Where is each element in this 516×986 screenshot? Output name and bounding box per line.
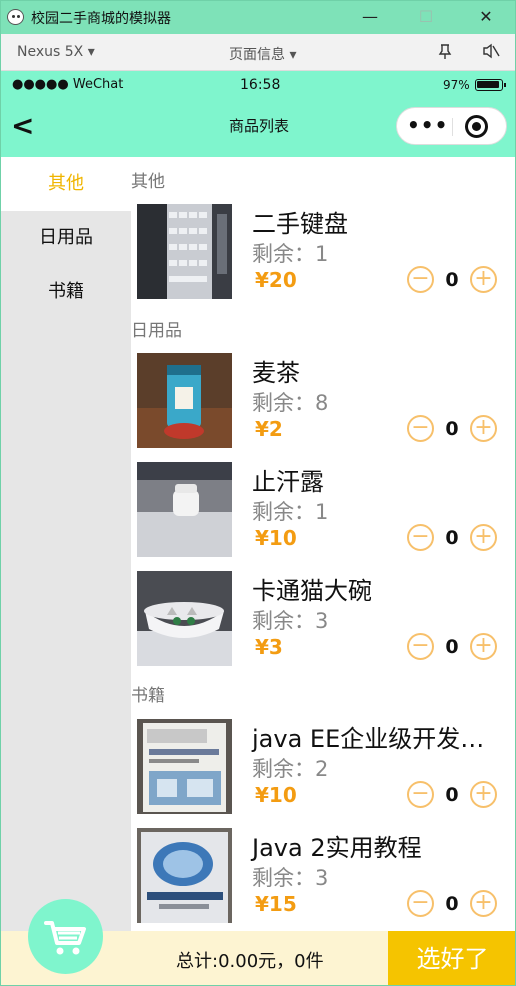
product-price: ¥10 (255, 783, 297, 807)
category-sidebar: 其他 日用品 书籍 (1, 157, 131, 931)
stock-value: 3 (315, 866, 329, 890)
decrease-quantity-button[interactable]: − (407, 415, 434, 442)
close-window-button[interactable]: ✕ (463, 1, 509, 34)
product-name: 麦茶 (252, 359, 300, 387)
increase-quantity-button[interactable]: + (470, 633, 497, 660)
decrease-quantity-button[interactable]: − (407, 633, 434, 660)
increase-quantity-button[interactable]: + (470, 415, 497, 442)
stock-value: 1 (315, 242, 329, 266)
capsule-divider (452, 118, 453, 136)
increase-quantity-button[interactable]: + (470, 781, 497, 808)
product-name: 止汗露 (252, 468, 324, 496)
stock-label: 剩余： (252, 757, 315, 781)
product-image-java-ee-book[interactable] (137, 719, 232, 814)
product-name: 卡通猫大碗 (252, 577, 372, 605)
increase-quantity-button[interactable]: + (470, 890, 497, 917)
stock-value: 1 (315, 500, 329, 524)
carrier-label: ●●●●● WeChat (12, 77, 124, 92)
status-time: 16:58 (240, 77, 281, 93)
product-item: Java 2实用教程 剩余：3 ¥15 − 0 + (131, 828, 515, 928)
stock-label: 剩余： (252, 242, 315, 266)
product-stock: 剩余：3 (252, 605, 328, 635)
window-titlebar: 校园二手商城的模拟器 — ☐ ✕ (1, 1, 515, 34)
minimize-button[interactable]: — (347, 1, 393, 34)
mute-icon[interactable] (482, 43, 500, 63)
simulator-window: 校园二手商城的模拟器 — ☐ ✕ Nexus 5X ▾ 页面信息 ▾ ●●●●●… (0, 0, 516, 986)
product-name: Java 2实用教程 (252, 834, 422, 862)
decrease-quantity-button[interactable]: − (407, 524, 434, 551)
stock-label: 剩余： (252, 500, 315, 524)
shopping-cart-icon (44, 921, 86, 955)
shopping-cart-button[interactable] (28, 899, 103, 974)
close-miniprogram-icon[interactable] (465, 115, 488, 138)
product-image-java2-book[interactable] (137, 828, 232, 923)
product-stock: 剩余：8 (252, 387, 328, 417)
wechat-devtools-icon (7, 9, 24, 25)
stock-value: 2 (315, 757, 329, 781)
category-books[interactable]: 书籍 (1, 265, 131, 319)
product-image-cat-bowl[interactable] (137, 571, 232, 666)
product-item: java EE企业级开发… 剩余：2 ¥10 − 0 + (131, 719, 515, 819)
device-select[interactable]: Nexus 5X ▾ (17, 44, 95, 60)
phone-status-bar: ●●●●● WeChat 16:58 97% (1, 71, 515, 99)
product-list[interactable]: 其他 二手键盘 剩余：1 ¥20 − 0 + 日用品 麦茶 剩余：8 ¥2 − … (131, 157, 515, 931)
navigation-bar: < 商品列表 ••• (1, 99, 515, 157)
product-price: ¥15 (255, 892, 297, 916)
window-title: 校园二手商城的模拟器 (31, 11, 171, 27)
quantity-value: 0 (445, 893, 459, 915)
stock-label: 剩余： (252, 391, 315, 415)
stock-value: 3 (315, 609, 329, 633)
increase-quantity-button[interactable]: + (470, 266, 497, 293)
menu-capsule: ••• (396, 107, 507, 145)
product-item: 麦茶 剩余：8 ¥2 − 0 + (131, 353, 515, 453)
page-info-select[interactable]: 页面信息 ▾ (229, 44, 296, 64)
quantity-value: 0 (445, 527, 459, 549)
product-stock: 剩余：3 (252, 862, 328, 892)
product-image-barley-tea[interactable] (137, 353, 232, 448)
stock-label: 剩余： (252, 609, 315, 633)
quantity-value: 0 (445, 418, 459, 440)
product-stock: 剩余：2 (252, 753, 328, 783)
more-menu-icon[interactable]: ••• (407, 114, 448, 136)
battery-percent: 97% (443, 78, 470, 92)
section-title: 书籍 (131, 686, 165, 706)
product-price: ¥2 (255, 417, 283, 441)
product-image-keyboard[interactable] (137, 204, 232, 299)
section-title: 日用品 (131, 321, 182, 341)
maximize-button[interactable]: ☐ (403, 1, 449, 34)
quantity-value: 0 (445, 784, 459, 806)
battery-icon (475, 79, 506, 91)
quantity-value: 0 (445, 636, 459, 658)
product-image-antiperspirant[interactable] (137, 462, 232, 557)
product-item: 卡通猫大碗 剩余：3 ¥3 − 0 + (131, 571, 515, 671)
product-price: ¥3 (255, 635, 283, 659)
section-title: 其他 (131, 172, 165, 192)
decrease-quantity-button[interactable]: − (407, 781, 434, 808)
checkout-button[interactable]: 选好了 (388, 931, 515, 985)
quantity-value: 0 (445, 269, 459, 291)
stock-label: 剩余： (252, 866, 315, 890)
decrease-quantity-button[interactable]: − (407, 266, 434, 293)
category-other[interactable]: 其他 (1, 157, 131, 211)
simulator-toolbar: Nexus 5X ▾ 页面信息 ▾ (1, 34, 515, 71)
category-daily[interactable]: 日用品 (1, 211, 131, 265)
increase-quantity-button[interactable]: + (470, 524, 497, 551)
product-price: ¥10 (255, 526, 297, 550)
product-price: ¥20 (255, 268, 297, 292)
cart-total: 总计:0.00元，0件 (176, 951, 324, 972)
product-item: 二手键盘 剩余：1 ¥20 − 0 + (131, 204, 515, 304)
stock-value: 8 (315, 391, 329, 415)
product-item: 止汗露 剩余：1 ¥10 − 0 + (131, 462, 515, 562)
pin-icon[interactable] (438, 44, 452, 64)
product-name: 二手键盘 (252, 210, 348, 238)
product-name: java EE企业级开发… (252, 725, 485, 753)
product-stock: 剩余：1 (252, 496, 328, 526)
product-stock: 剩余：1 (252, 238, 328, 268)
decrease-quantity-button[interactable]: − (407, 890, 434, 917)
